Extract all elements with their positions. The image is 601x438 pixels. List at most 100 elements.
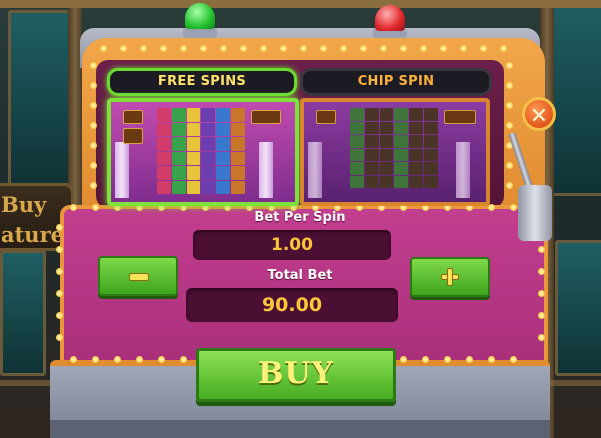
preview-multiplier-box <box>123 128 143 144</box>
reel-cell <box>409 148 424 161</box>
marquee-bulb <box>506 122 513 129</box>
reel-symbol <box>201 108 216 122</box>
marquee-bulb <box>92 204 99 211</box>
reel-symbol <box>186 180 201 194</box>
preview-prize-box <box>251 110 281 124</box>
total-bet-label: Total Bet <box>267 268 333 283</box>
reel-symbol <box>186 151 201 165</box>
marquee-bulb <box>90 162 97 169</box>
marquee-bulb <box>114 356 121 363</box>
reel-symbol <box>171 166 186 180</box>
reel-cell <box>379 148 394 161</box>
marquee-bulb <box>510 204 517 211</box>
marquee-bulb <box>220 45 227 52</box>
free-spins-preview[interactable] <box>107 98 299 206</box>
marquee-bulb <box>90 182 97 189</box>
reel-symbol <box>216 180 231 194</box>
marquee-bulb <box>90 102 97 109</box>
reel-cell <box>379 121 394 134</box>
marquee-bulb <box>260 45 267 52</box>
marquee-bulb <box>480 45 487 52</box>
marquee-bulb <box>444 356 451 363</box>
close-button[interactable]: ✕ <box>522 97 556 131</box>
bet-per-spin-value: 1.00 <box>193 230 391 260</box>
marquee-bulb <box>506 62 513 69</box>
reel-cell <box>409 108 424 121</box>
reel-symbol <box>157 122 171 136</box>
marquee-bulb <box>90 62 97 69</box>
reel-symbol <box>186 166 201 180</box>
marquee-bulb <box>56 268 63 275</box>
preview-multiplier-box <box>316 110 336 124</box>
tab-chip-spin-label: CHIP SPIN <box>357 74 435 89</box>
marquee-bulb <box>160 45 167 52</box>
increase-bet-button[interactable] <box>410 257 490 297</box>
marquee-bulb <box>506 162 513 169</box>
marquee-bulb <box>56 290 63 297</box>
bet-per-spin-label: Bet Per Spin <box>254 210 346 225</box>
reel-symbol <box>157 166 171 180</box>
total-bet-value: 90.00 <box>186 288 398 322</box>
reel-cell <box>379 175 394 188</box>
reel-symbol <box>201 137 216 151</box>
machine-base-shadow <box>50 420 550 438</box>
marquee-bulb <box>440 45 447 52</box>
tab-chip-spin[interactable]: CHIP SPIN <box>300 68 492 96</box>
reel-symbol <box>201 151 216 165</box>
close-icon: ✕ <box>529 104 549 129</box>
marquee-bulb <box>500 45 507 52</box>
reel-symbol <box>157 137 171 151</box>
marquee-bulb <box>506 102 513 109</box>
background-window <box>550 0 601 196</box>
marquee-bulb <box>240 45 247 52</box>
reel-symbol <box>231 180 245 194</box>
marquee-bulb <box>200 45 207 52</box>
reel-cell <box>350 162 364 175</box>
preview-pillar <box>308 142 322 198</box>
reel-cell <box>379 162 394 175</box>
marquee-bulb <box>460 45 467 52</box>
reel-symbol <box>186 122 201 136</box>
reel-cell <box>424 121 438 134</box>
buy-button[interactable]: BUY <box>196 348 396 402</box>
reel-symbol <box>171 151 186 165</box>
background-trim <box>0 0 601 8</box>
reel-cell <box>364 121 379 134</box>
marquee-bulb <box>120 45 127 52</box>
reel-symbol <box>216 151 231 165</box>
reel-cell <box>394 148 409 161</box>
tab-free-spins[interactable]: FREE SPINS <box>107 68 297 96</box>
reel-symbol <box>231 166 245 180</box>
marquee-bulb <box>420 45 427 52</box>
preview-multiplier-box <box>123 110 143 124</box>
reel-symbol <box>171 108 186 122</box>
marquee-bulb <box>506 82 513 89</box>
reel-cell <box>364 148 379 161</box>
marquee-bulb <box>538 268 545 275</box>
marquee-bulb <box>380 45 387 52</box>
marquee-bulb <box>360 45 367 52</box>
marquee-bulb <box>506 182 513 189</box>
reel-symbol <box>171 137 186 151</box>
marquee-bulb <box>180 45 187 52</box>
decrease-bet-button[interactable] <box>98 256 178 296</box>
reel-cell <box>350 148 364 161</box>
reel-symbol <box>186 137 201 151</box>
lever-housing <box>518 185 552 241</box>
reel-cell <box>409 175 424 188</box>
marquee-bulb <box>56 312 63 319</box>
marquee-bulb <box>488 356 495 363</box>
background-window <box>0 250 46 376</box>
buy-button-label: BUY <box>258 356 334 391</box>
reel-cell <box>409 135 424 148</box>
marquee-bulb <box>510 356 517 363</box>
chip-spin-reel-grid <box>350 108 438 188</box>
marquee-bulb <box>300 45 307 52</box>
green-beacon-icon <box>185 3 215 29</box>
free-spins-reel-grid <box>157 108 245 194</box>
reel-cell <box>364 162 379 175</box>
reel-symbol <box>216 166 231 180</box>
marquee-bulb <box>280 45 287 52</box>
chip-spin-preview[interactable] <box>300 98 490 206</box>
reel-cell <box>364 135 379 148</box>
